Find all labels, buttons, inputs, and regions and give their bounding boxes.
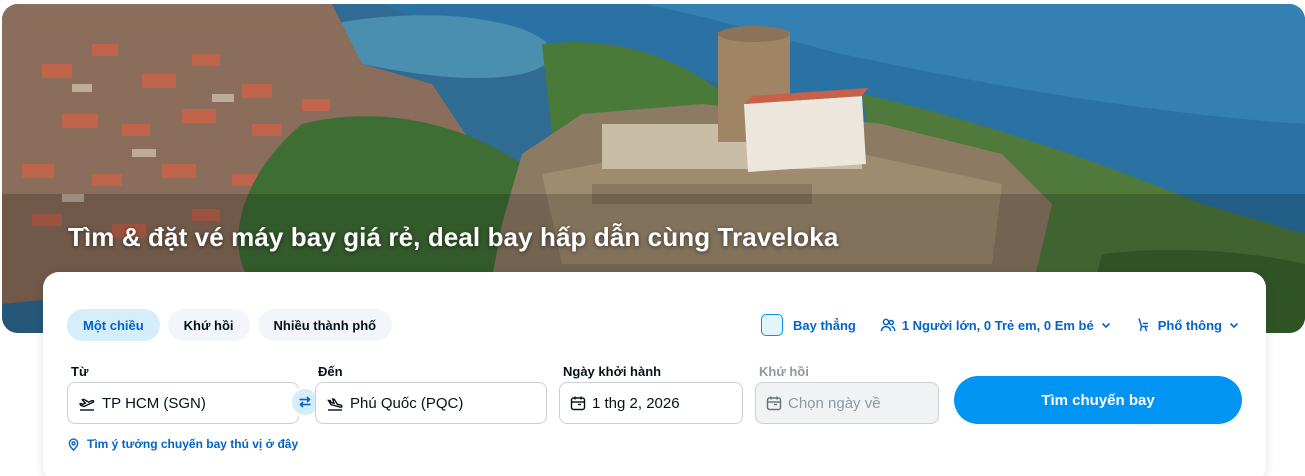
cabin-class-selector[interactable]: Phổ thông — [1136, 317, 1240, 333]
flight-ideas-label: Tìm ý tưởng chuyến bay thú vị ở đây — [87, 437, 299, 451]
people-icon — [880, 318, 896, 332]
from-field[interactable]: TP HCM (SGN) — [67, 382, 299, 424]
seat-icon — [1138, 318, 1148, 332]
from-label: Từ — [71, 364, 89, 379]
checkbox-icon[interactable] — [760, 314, 783, 336]
return-label: Khứ hồi — [759, 364, 809, 379]
direct-flight-label: Bay thẳng — [792, 317, 856, 333]
departure-value: 1 thg 2, 2026 — [592, 394, 680, 412]
search-options: Bay thẳng 1 Người lớn, 0 Trẻ em, 0 Em bé… — [760, 314, 1240, 336]
search-flights-button[interactable]: Tìm chuyến bay — [954, 376, 1242, 424]
chevron-down-icon — [1229, 322, 1239, 329]
hero-headline: Tìm & đặt vé máy bay giá rẻ, deal bay hấ… — [68, 222, 839, 252]
swap-icon — [299, 396, 311, 408]
departure-date-field[interactable]: 1 thg 2, 2026 — [559, 382, 743, 424]
tab-round-trip[interactable]: Khứ hồi — [167, 309, 250, 341]
passenger-label: 1 Người lớn, 0 Trẻ em, 0 Em bé — [901, 317, 1094, 333]
plane-takeoff-icon — [78, 398, 95, 411]
departure-label: Ngày khởi hành — [563, 364, 662, 379]
flight-ideas-link[interactable]: Tìm ý tưởng chuyến bay thú vị ở đây — [67, 437, 298, 451]
return-date-field[interactable]: Chọn ngày về — [755, 382, 939, 424]
tab-one-way[interactable]: Một chiều — [67, 309, 160, 341]
flight-search-card: Một chiều Khứ hồi Nhiều thành phố Bay th… — [43, 272, 1266, 476]
chevron-down-icon — [1101, 322, 1110, 329]
calendar-icon — [766, 396, 782, 411]
return-placeholder: Chọn ngày về — [788, 394, 881, 412]
calendar-icon — [570, 396, 586, 411]
tab-multi-city[interactable]: Nhiều thành phố — [257, 309, 393, 341]
plane-landing-icon — [327, 398, 343, 411]
to-value: Phú Quốc (PQC) — [350, 394, 464, 412]
to-label: Đến — [318, 364, 343, 379]
trip-type-tabs: Một chiều Khứ hồi Nhiều thành phố — [67, 309, 393, 341]
to-field[interactable]: Phú Quốc (PQC) — [315, 382, 547, 424]
cabin-class-label: Phổ thông — [1157, 317, 1222, 333]
passenger-selector[interactable]: 1 Người lớn, 0 Trẻ em, 0 Em bé — [880, 317, 1112, 333]
direct-flight-toggle[interactable]: Bay thẳng — [760, 314, 856, 336]
from-value: TP HCM (SGN) — [102, 394, 206, 412]
location-pin-icon — [68, 437, 79, 451]
